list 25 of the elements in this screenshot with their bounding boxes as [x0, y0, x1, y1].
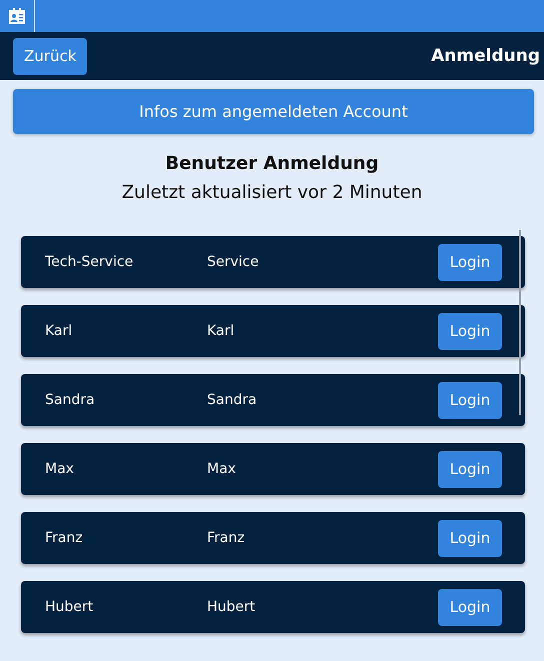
account-info-button[interactable]: Infos zum angemeldeten Account	[13, 89, 534, 134]
user-name: Max	[45, 461, 75, 477]
login-button[interactable]: Login	[438, 520, 502, 556]
account-name: Service	[207, 254, 260, 270]
account-name: Sandra	[207, 392, 258, 408]
section-heading: Benutzer Anmeldung	[164, 153, 380, 174]
account-name: Karl	[207, 323, 236, 339]
account-name: Max	[207, 461, 237, 477]
contact-card-icon[interactable]	[8, 7, 26, 25]
login-button[interactable]: Login	[438, 312, 502, 350]
user-name: Karl	[45, 323, 74, 339]
user-name: Tech-Service	[45, 254, 134, 270]
login-button[interactable]: Login	[438, 244, 502, 280]
login-button[interactable]: Login	[438, 382, 502, 418]
scrollbar[interactable]	[519, 230, 521, 415]
account-name: Hubert	[207, 599, 256, 615]
user-name: Franz	[45, 530, 84, 546]
user-name: Hubert	[45, 599, 94, 615]
back-button[interactable]: Zurück	[13, 38, 88, 74]
account-name: Franz	[207, 530, 246, 546]
user-name: Sandra	[45, 392, 96, 408]
login-button[interactable]: Login	[438, 450, 502, 488]
page-title: Anmeldung	[431, 46, 540, 66]
login-button[interactable]: Login	[438, 588, 502, 626]
last-updated-text: Zuletzt aktualisiert vor 2 Minuten	[120, 182, 424, 203]
